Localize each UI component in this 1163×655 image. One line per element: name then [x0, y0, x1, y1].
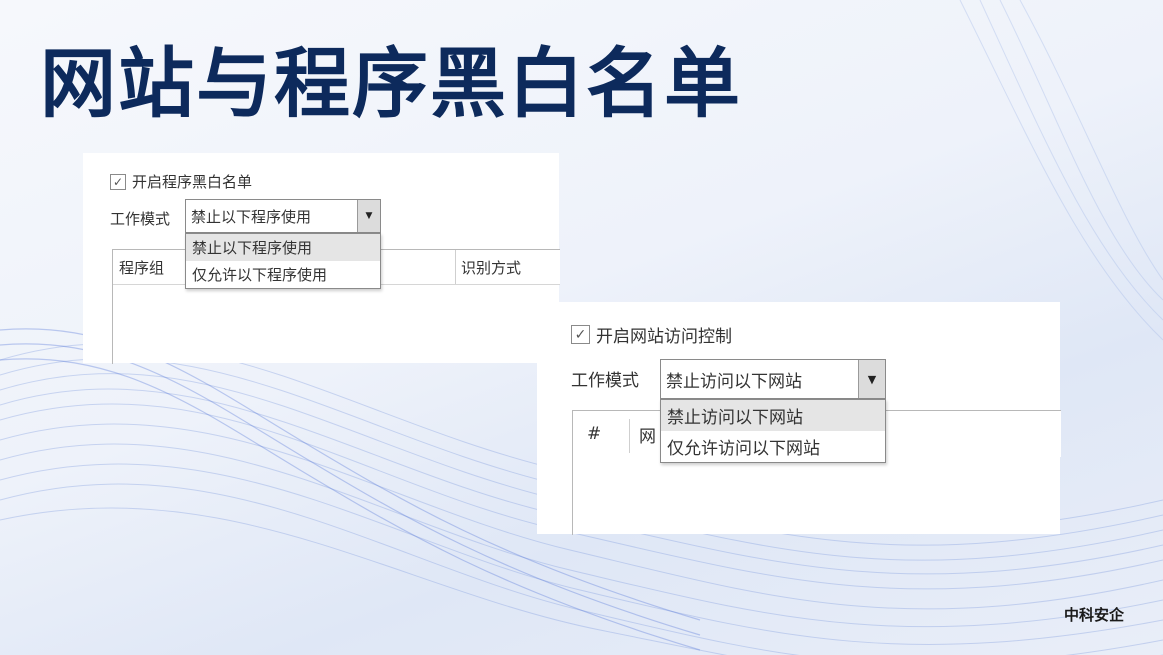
website-mode-label: 工作模式 — [571, 371, 639, 391]
website-mode-select[interactable]: 禁止访问以下网站 ▼ — [660, 359, 886, 399]
column-divider — [629, 419, 630, 453]
triangle-down-icon[interactable]: ▼ — [858, 360, 885, 398]
slide-title: 网站与程序黑白名单 — [40, 39, 742, 128]
program-mode-dropdown: 禁止以下程序使用 仅允许以下程序使用 — [185, 233, 381, 289]
website-mode-option[interactable]: 禁止访问以下网站 — [661, 400, 885, 431]
check-icon: ✓ — [110, 173, 126, 190]
program-mode-value: 禁止以下程序使用 — [191, 207, 312, 226]
website-control-panel: ✓ 开启网站访问控制 工作模式 禁止访问以下网站 ▼ # 网 禁止访问以下网站 … — [537, 302, 1061, 535]
website-mode-value: 禁止访问以下网站 — [666, 371, 802, 392]
brand-name: 中科安企 — [1064, 606, 1125, 624]
program-mode-option[interactable]: 禁止以下程序使用 — [186, 234, 380, 261]
enable-program-list-checkbox[interactable]: ✓ 开启程序黑白名单 — [110, 171, 252, 192]
triangle-down-icon[interactable]: ▼ — [357, 200, 380, 232]
program-mode-option[interactable]: 仅允许以下程序使用 — [186, 261, 380, 288]
program-blacklist-panel: ✓ 开启程序黑白名单 工作模式 禁止以下程序使用 ▼ 程序组 识别方式 禁止以下… — [83, 153, 560, 364]
website-mode-dropdown: 禁止访问以下网站 仅允许访问以下网站 — [660, 399, 886, 463]
program-mode-label: 工作模式 — [110, 210, 171, 228]
program-mode-select[interactable]: 禁止以下程序使用 ▼ — [185, 199, 381, 233]
website-mode-option[interactable]: 仅允许访问以下网站 — [661, 431, 885, 462]
column-header-identify-method[interactable]: 识别方式 — [455, 250, 560, 284]
enable-program-list-label: 开启程序黑白名单 — [132, 173, 253, 191]
enable-website-control-label: 开启网站访问控制 — [596, 327, 732, 347]
check-icon: ✓ — [571, 325, 590, 344]
enable-website-control-checkbox[interactable]: ✓ 开启网站访问控制 — [571, 322, 732, 347]
column-header-index[interactable]: # — [581, 411, 631, 457]
